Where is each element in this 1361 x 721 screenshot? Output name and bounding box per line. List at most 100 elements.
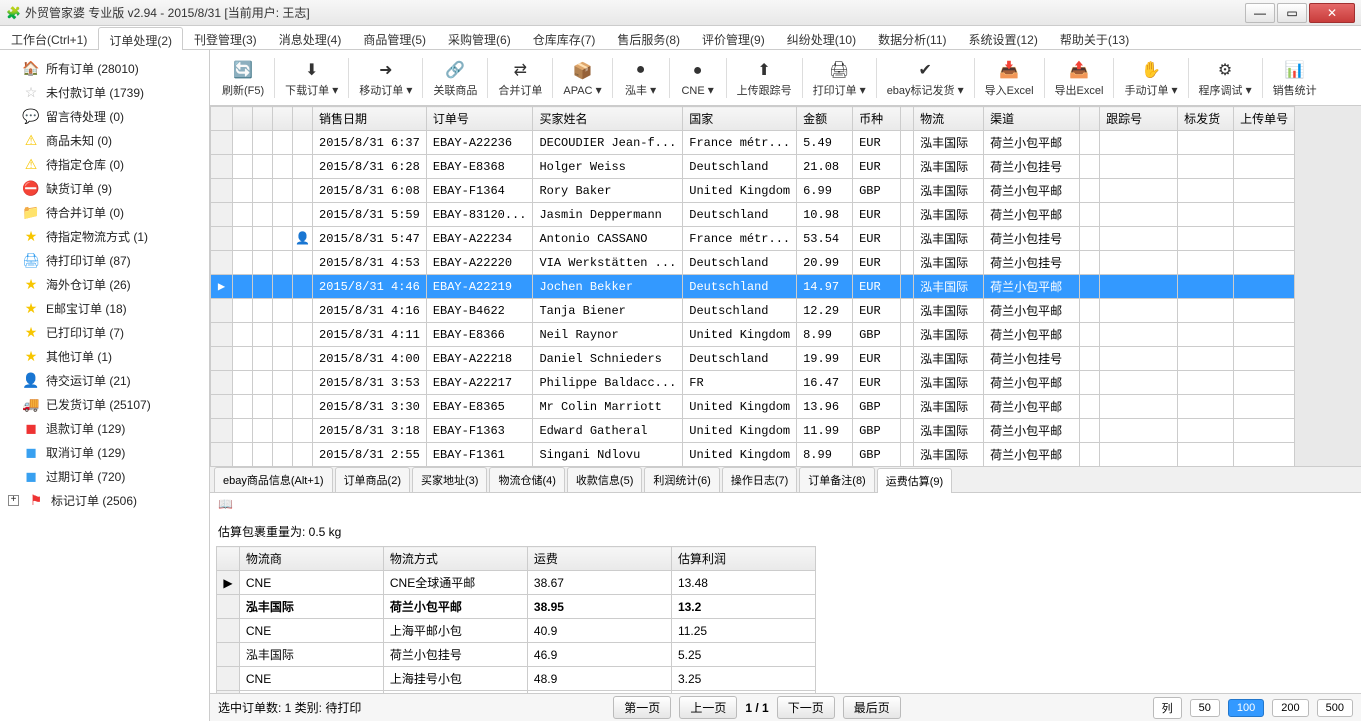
- table-row[interactable]: 2015/8/31 4:53EBAY-A22220VIA Werkstätten…: [211, 251, 1295, 275]
- toolbar-打印订单[interactable]: 🖨打印订单 ▾: [807, 56, 872, 100]
- table-row[interactable]: 👤2015/8/31 5:47EBAY-A22234Antonio CASSAN…: [211, 227, 1295, 251]
- col-币种[interactable]: 币种: [853, 107, 901, 131]
- sidebar-item-17[interactable]: ◼过期订单 (720): [4, 464, 205, 488]
- col-买家姓名[interactable]: 买家姓名: [533, 107, 683, 131]
- detail-tab-2[interactable]: 买家地址(3): [412, 467, 487, 492]
- sidebar-item-6[interactable]: 📁待合并订单 (0): [4, 200, 205, 224]
- sidebar-item-2[interactable]: 💬留言待处理 (0): [4, 104, 205, 128]
- toolbar-刷新(F5)[interactable]: 🔄刷新(F5): [216, 56, 270, 100]
- menu-tab-9[interactable]: 纠纷处理(10): [776, 26, 867, 49]
- menu-tab-6[interactable]: 仓库库存(7): [522, 26, 607, 49]
- book-icon[interactable]: 📖: [218, 497, 234, 513]
- table-row[interactable]: 2015/8/31 6:37EBAY-A22236DECOUDIER Jean-…: [211, 131, 1295, 155]
- col-[interactable]: [901, 107, 914, 131]
- table-row[interactable]: 2015/8/31 4:00EBAY-A22218Daniel Schniede…: [211, 347, 1295, 371]
- table-row[interactable]: ▶2015/8/31 4:46EBAY-A22219Jochen BekkerD…: [211, 275, 1295, 299]
- menu-tab-4[interactable]: 商品管理(5): [352, 26, 437, 49]
- toolbar-关联商品[interactable]: 🔗关联商品: [427, 56, 483, 100]
- ship-col[interactable]: 物流商: [239, 547, 383, 571]
- toolbar-导入Excel[interactable]: 📥导入Excel: [979, 56, 1040, 100]
- last-page-button[interactable]: 最后页: [843, 696, 901, 719]
- sidebar-item-0[interactable]: 🏠所有订单 (28010): [4, 56, 205, 80]
- toolbar-导出Excel[interactable]: 📤导出Excel: [1049, 56, 1110, 100]
- col-销售日期[interactable]: 销售日期: [313, 107, 427, 131]
- sidebar-item-11[interactable]: ★已打印订单 (7): [4, 320, 205, 344]
- ship-row[interactable]: 泓丰国际荷兰小包平邮38.9513.2: [217, 595, 816, 619]
- first-page-button[interactable]: 第一页: [613, 696, 671, 719]
- order-grid[interactable]: 销售日期订单号买家姓名国家金额币种物流渠道跟踪号标发货上传单号2015/8/31…: [210, 106, 1295, 467]
- sidebar-item-15[interactable]: ◼退款订单 (129): [4, 416, 205, 440]
- sidebar-item-7[interactable]: ★待指定物流方式 (1): [4, 224, 205, 248]
- detail-tab-6[interactable]: 操作日志(7): [722, 467, 797, 492]
- ship-table-wrap[interactable]: 物流商物流方式运费估算利润▶CNECNE全球通平邮38.6713.48泓丰国际荷…: [210, 546, 1361, 693]
- sidebar-item-18[interactable]: +⚑标记订单 (2506): [4, 488, 205, 512]
- pagesize-50[interactable]: 50: [1190, 699, 1220, 717]
- menu-tab-3[interactable]: 消息处理(4): [268, 26, 353, 49]
- table-row[interactable]: 2015/8/31 2:55EBAY-F1361Singani NdlovuUn…: [211, 443, 1295, 467]
- table-row[interactable]: 2015/8/31 6:28EBAY-E8368Holger WeissDeut…: [211, 155, 1295, 179]
- sidebar-item-1[interactable]: ☆未付款订单 (1739): [4, 80, 205, 104]
- table-row[interactable]: 2015/8/31 3:18EBAY-F1363Edward GatheralU…: [211, 419, 1295, 443]
- menu-tab-11[interactable]: 系统设置(12): [958, 26, 1049, 49]
- ship-row[interactable]: 泓丰国际荷兰小包挂号46.95.25: [217, 643, 816, 667]
- toolbar-上传跟踪号[interactable]: ⬆上传跟踪号: [731, 56, 798, 100]
- table-row[interactable]: 2015/8/31 6:08EBAY-F1364Rory BakerUnited…: [211, 179, 1295, 203]
- sidebar-item-8[interactable]: 🖨待打印订单 (87): [4, 248, 205, 272]
- ship-row[interactable]: CNE上海平邮小包40.911.25: [217, 619, 816, 643]
- ship-col[interactable]: 物流方式: [383, 547, 527, 571]
- pagesize-500[interactable]: 500: [1317, 699, 1353, 717]
- col-国家[interactable]: 国家: [683, 107, 797, 131]
- toolbar-APAC[interactable]: 📦APAC ▾: [557, 57, 607, 99]
- col-[interactable]: [1080, 107, 1100, 131]
- col-物流[interactable]: 物流: [914, 107, 984, 131]
- table-row[interactable]: 2015/8/31 3:53EBAY-A22217Philippe Baldac…: [211, 371, 1295, 395]
- table-row[interactable]: 2015/8/31 4:11EBAY-E8366Neil RaynorUnite…: [211, 323, 1295, 347]
- sidebar-item-3[interactable]: ⚠商品未知 (0): [4, 128, 205, 152]
- table-row[interactable]: 2015/8/31 3:30EBAY-E8365Mr Colin Marriot…: [211, 395, 1295, 419]
- detail-tab-0[interactable]: ebay商品信息(Alt+1): [214, 467, 333, 492]
- sidebar-item-12[interactable]: ★其他订单 (1): [4, 344, 205, 368]
- close-button[interactable]: ✕: [1309, 3, 1355, 23]
- menu-tab-5[interactable]: 采购管理(6): [437, 26, 522, 49]
- ship-col[interactable]: 估算利润: [671, 547, 815, 571]
- detail-tab-4[interactable]: 收款信息(5): [567, 467, 642, 492]
- columns-button[interactable]: 列: [1153, 697, 1182, 719]
- detail-tab-8[interactable]: 运费估算(9): [877, 468, 952, 493]
- toolbar-程序调试[interactable]: ⚙程序调试 ▾: [1193, 56, 1258, 100]
- sidebar-item-16[interactable]: ◼取消订单 (129): [4, 440, 205, 464]
- menu-tab-1[interactable]: 订单处理(2): [98, 27, 183, 50]
- table-row[interactable]: 2015/8/31 5:59EBAY-83120...Jasmin Depper…: [211, 203, 1295, 227]
- col-金额[interactable]: 金额: [797, 107, 853, 131]
- detail-tab-5[interactable]: 利润统计(6): [644, 467, 719, 492]
- prev-page-button[interactable]: 上一页: [679, 696, 737, 719]
- toolbar-销售统计[interactable]: 📊销售统计: [1267, 56, 1323, 100]
- table-row[interactable]: 2015/8/31 4:16EBAY-B4622Tanja BienerDeut…: [211, 299, 1295, 323]
- sidebar-item-5[interactable]: ⛔缺货订单 (9): [4, 176, 205, 200]
- sidebar-item-10[interactable]: ★E邮宝订单 (18): [4, 296, 205, 320]
- menu-tab-10[interactable]: 数据分析(11): [867, 26, 957, 49]
- toolbar-手动订单[interactable]: ✋手动订单 ▾: [1118, 56, 1183, 100]
- toolbar-ebay标记发货[interactable]: ✔ebay标记发货 ▾: [881, 56, 970, 100]
- col-跟踪号[interactable]: 跟踪号: [1100, 107, 1178, 131]
- sidebar-item-13[interactable]: 👤待交运订单 (21): [4, 368, 205, 392]
- menu-tab-7[interactable]: 售后服务(8): [606, 26, 691, 49]
- col-上传单号[interactable]: 上传单号: [1234, 107, 1295, 131]
- detail-tab-3[interactable]: 物流仓储(4): [489, 467, 564, 492]
- ship-table[interactable]: 物流商物流方式运费估算利润▶CNECNE全球通平邮38.6713.48泓丰国际荷…: [216, 546, 816, 693]
- pagesize-200[interactable]: 200: [1272, 699, 1308, 717]
- col-渠道[interactable]: 渠道: [984, 107, 1080, 131]
- detail-tab-1[interactable]: 订单商品(2): [335, 467, 410, 492]
- order-grid-wrap[interactable]: 销售日期订单号买家姓名国家金额币种物流渠道跟踪号标发货上传单号2015/8/31…: [210, 106, 1361, 467]
- ship-row[interactable]: ▶CNECNE全球通平邮38.6713.48: [217, 571, 816, 595]
- sidebar-item-9[interactable]: ★海外仓订单 (26): [4, 272, 205, 296]
- expand-icon[interactable]: +: [8, 495, 19, 506]
- pagesize-100[interactable]: 100: [1228, 699, 1264, 717]
- menu-tab-2[interactable]: 刊登管理(3): [183, 26, 268, 49]
- toolbar-泓丰[interactable]: ●泓丰 ▾: [617, 56, 665, 100]
- sidebar-item-14[interactable]: 🚚已发货订单 (25107): [4, 392, 205, 416]
- toolbar-下载订单[interactable]: ⬇下载订单 ▾: [279, 56, 344, 100]
- sidebar-item-4[interactable]: ⚠待指定仓库 (0): [4, 152, 205, 176]
- toolbar-移动订单[interactable]: ➜移动订单 ▾: [353, 56, 418, 100]
- menu-tab-0[interactable]: 工作台(Ctrl+1): [0, 26, 98, 49]
- col-标发货[interactable]: 标发货: [1178, 107, 1234, 131]
